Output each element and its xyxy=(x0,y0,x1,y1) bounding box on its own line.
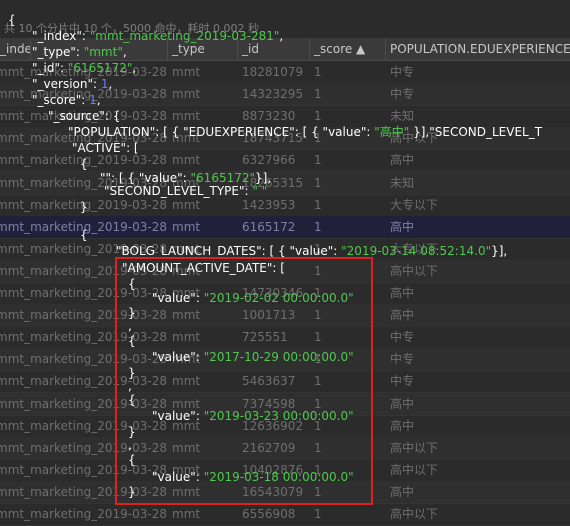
json-line-index: "_index": "mmt_marketing_2019-03-281", xyxy=(32,29,284,43)
json-line-version: "_version": 1, xyxy=(32,77,113,91)
json-amount-value-4: "value": "2019-03-18 00:00:00.0" xyxy=(152,470,354,484)
json-line-active: "ACTIVE": [ xyxy=(72,141,139,155)
json-amount-close-4: } xyxy=(128,485,136,499)
json-amount-comma-1: , xyxy=(128,319,132,333)
json-amount-open-4: { xyxy=(128,453,136,467)
json-line-score: "_score": 1, xyxy=(32,93,101,107)
document-json-popup: { "_index": "mmt_marketing_2019-03-281",… xyxy=(0,0,570,515)
json-amount-comma-3: , xyxy=(128,438,132,452)
json-line-second-level-type: "SECOND_LEVEL_TYPE": " " xyxy=(104,184,268,198)
json-line-amount-active-date: "AMOUNT_ACTIVE_DATE": [ xyxy=(122,261,285,275)
json-line-active-open: { xyxy=(80,157,88,171)
json-line-type: "_type": "mmt", xyxy=(32,45,127,59)
json-amount-value-2: "value": "2017-10-29 00:00:00.0" xyxy=(152,350,354,364)
json-amount-value-3: "value": "2019-03-23 00:00:00.0" xyxy=(152,409,354,423)
json-line-active-close: } xyxy=(80,200,88,214)
json-amount-open-3: { xyxy=(128,393,136,407)
json-line-population: "POPULATION": [ { "EDUEXPERIENCE": [ { "… xyxy=(68,125,543,139)
json-amount-open-2: { xyxy=(128,334,136,348)
json-amount-open-1: { xyxy=(128,277,136,291)
json-line-source: "_source": { xyxy=(48,109,121,123)
json-open-brace: { xyxy=(8,13,16,27)
json-line-next-open: { xyxy=(80,228,88,242)
json-amount-value-1: "value": "2019-02-02 00:00:00.0" xyxy=(152,291,354,305)
json-line-id: "_id": "6165172", xyxy=(32,61,137,75)
